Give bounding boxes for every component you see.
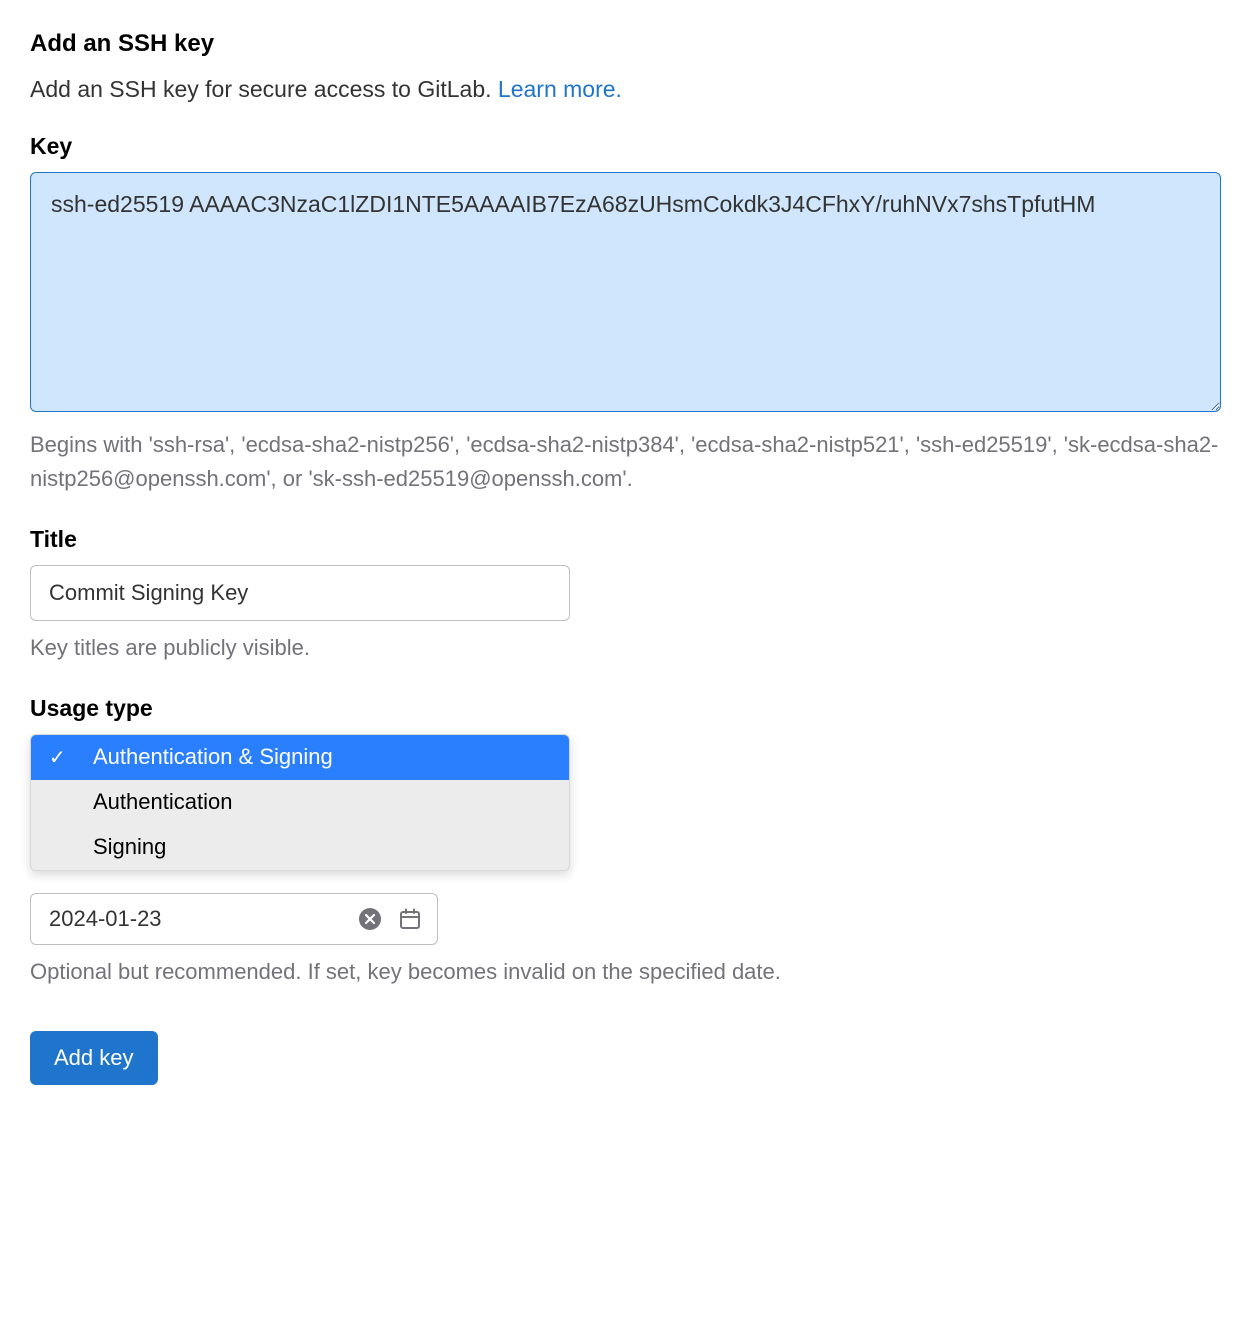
usage-type-label: Usage type [30, 695, 1221, 722]
description-text: Add an SSH key for secure access to GitL… [30, 76, 498, 102]
usage-option-label: Authentication & Signing [93, 744, 333, 769]
usage-type-dropdown[interactable]: ✓ Authentication & Signing Authenticatio… [30, 734, 570, 870]
key-textarea[interactable]: ssh-ed25519 AAAAC3NzaC1lZDI1NTE5AAAAIB7E… [30, 172, 1221, 412]
usage-type-dropdown-list: ✓ Authentication & Signing Authenticatio… [30, 734, 570, 870]
title-input[interactable] [30, 565, 570, 621]
expiration-date-field[interactable] [30, 893, 438, 945]
title-help-text: Key titles are publicly visible. [30, 631, 1221, 665]
usage-option-label: Authentication [93, 789, 232, 814]
usage-option-signing[interactable]: Signing [31, 825, 569, 870]
clear-icon[interactable] [357, 906, 383, 932]
page-description: Add an SSH key for secure access to GitL… [30, 76, 1221, 103]
page-title: Add an SSH key [30, 30, 1221, 58]
expiration-date-input[interactable] [49, 906, 357, 932]
key-label: Key [30, 133, 1221, 160]
expiration-help-text: Optional but recommended. If set, key be… [30, 955, 1221, 989]
add-key-button[interactable]: Add key [30, 1031, 158, 1085]
title-label: Title [30, 526, 1221, 553]
calendar-icon[interactable] [397, 906, 423, 932]
usage-option-authentication[interactable]: Authentication [31, 780, 569, 825]
usage-option-label: Signing [93, 834, 166, 859]
learn-more-link[interactable]: Learn more. [498, 76, 622, 102]
check-icon: ✓ [49, 744, 66, 772]
usage-option-auth-signing[interactable]: ✓ Authentication & Signing [31, 735, 569, 780]
key-help-text: Begins with 'ssh-rsa', 'ecdsa-sha2-nistp… [30, 428, 1221, 496]
